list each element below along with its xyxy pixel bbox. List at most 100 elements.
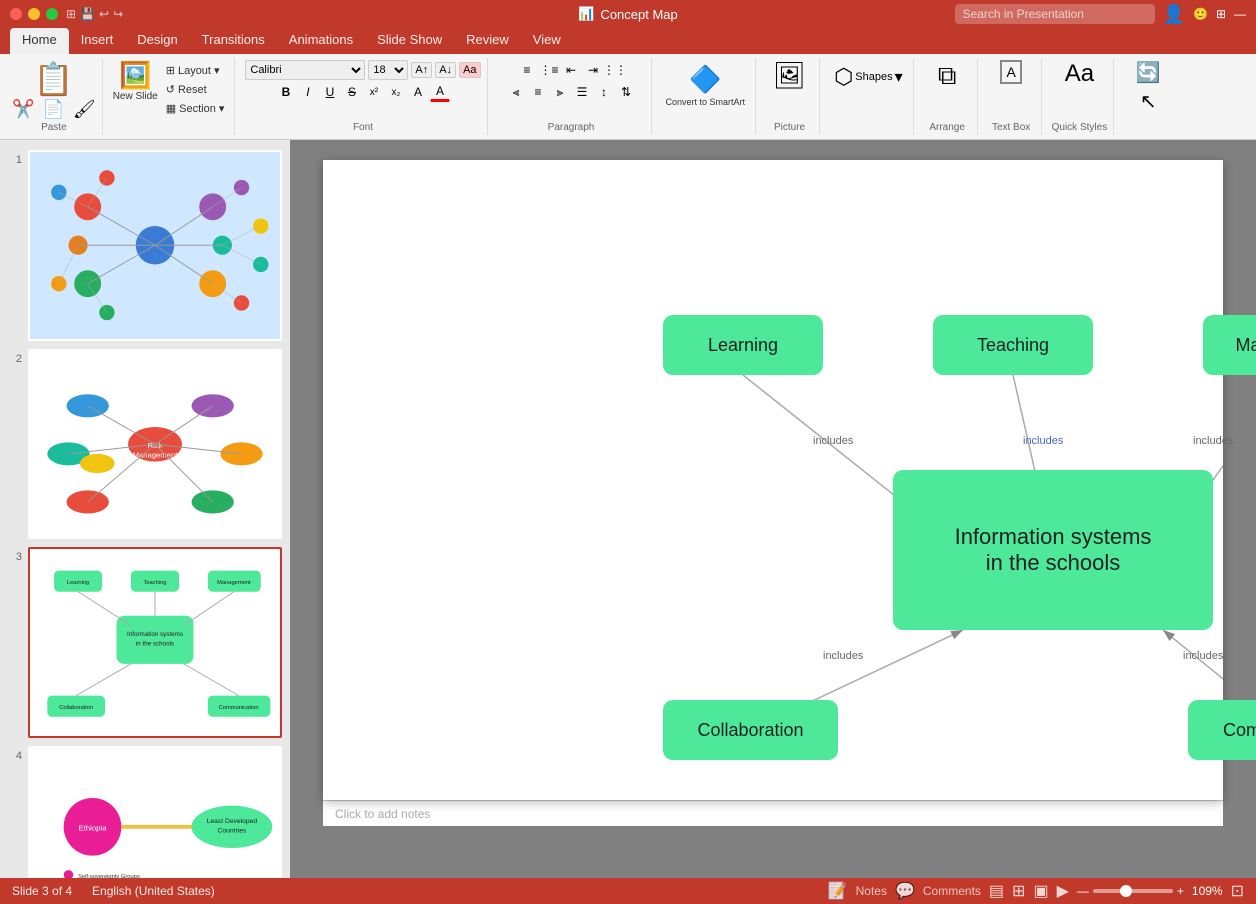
- smartart-group: 🔷 Convert to SmartArt: [656, 58, 757, 135]
- superscript-button[interactable]: x²: [364, 82, 384, 102]
- slide-canvas[interactable]: includes includes includes includes incl…: [323, 160, 1223, 800]
- decrease-indent-button[interactable]: ⇤: [561, 60, 581, 80]
- svg-text:Collaboration: Collaboration: [59, 705, 93, 711]
- slide-thumb-4[interactable]: 4 Ethiopia Least Developed Countries: [8, 746, 282, 879]
- convert-smartart-button[interactable]: 🔷 Convert to SmartArt: [662, 60, 750, 111]
- copy-button[interactable]: 📄: [42, 99, 64, 120]
- paste-area: 📋 ✂️ 📄 🖌: [12, 60, 96, 120]
- svg-text:Ethiopia: Ethiopia: [79, 823, 108, 832]
- zoom-in-icon[interactable]: +: [1177, 884, 1184, 898]
- strikethrough-button[interactable]: S: [342, 82, 362, 102]
- emoji-icon[interactable]: 🙂: [1193, 7, 1208, 21]
- tab-review[interactable]: Review: [454, 28, 521, 54]
- reset-button[interactable]: ↺ Reset: [162, 81, 229, 98]
- text-shadow-button[interactable]: A: [408, 82, 428, 102]
- shapes-button[interactable]: ⬡ Shapes ▾: [830, 60, 907, 94]
- subscript-button[interactable]: x₂: [386, 82, 406, 102]
- increase-indent-button[interactable]: ⇥: [583, 60, 603, 80]
- slide-thumb-2[interactable]: 2 Risk Management: [8, 349, 282, 540]
- notes-bar[interactable]: Click to add notes: [323, 800, 1223, 826]
- align-left-button[interactable]: ⫷: [506, 82, 526, 102]
- cut-button[interactable]: ✂️: [12, 99, 34, 120]
- increase-font-button[interactable]: A↑: [411, 62, 432, 78]
- node-management[interactable]: Management: [1203, 315, 1256, 375]
- maximize-button[interactable]: [46, 8, 58, 20]
- replace-button[interactable]: 🔄: [1136, 60, 1161, 85]
- window-title: 📊 Concept Map: [578, 6, 678, 22]
- size-select[interactable]: 18: [368, 60, 408, 80]
- underline-button[interactable]: U: [320, 82, 340, 102]
- picture-label: Picture: [774, 120, 805, 133]
- comments-icon[interactable]: 💬: [895, 881, 915, 901]
- font-select[interactable]: Calibri: [245, 60, 365, 80]
- arrange-button[interactable]: ⧉: [938, 60, 957, 92]
- justify-button[interactable]: ☰: [572, 82, 592, 102]
- close-button[interactable]: [10, 8, 22, 20]
- title-bar-right: 👤 🙂 ⊞ —: [955, 4, 1246, 25]
- collapse-icon[interactable]: —: [1234, 7, 1246, 21]
- tab-transitions[interactable]: Transitions: [190, 28, 277, 54]
- slide-sorter-icon[interactable]: ⊞: [1012, 881, 1025, 901]
- align-center-button[interactable]: ≡: [528, 82, 548, 102]
- ribbon-tabs: Home Insert Design Transitions Animation…: [0, 28, 1256, 54]
- tab-insert[interactable]: Insert: [69, 28, 126, 54]
- slideshow-icon[interactable]: ▶: [1057, 881, 1069, 901]
- save-icon[interactable]: 💾: [80, 7, 95, 21]
- minimize-button[interactable]: [28, 8, 40, 20]
- reading-view-icon[interactable]: ▣: [1033, 881, 1048, 901]
- layout-button[interactable]: ⊞ Layout ▾: [162, 62, 229, 79]
- new-slide-button[interactable]: 🖼️ New Slide: [113, 60, 158, 102]
- notes-icon[interactable]: 📝: [828, 881, 848, 901]
- svg-text:Countries: Countries: [218, 827, 247, 834]
- align-right-button[interactable]: ⫸: [550, 82, 570, 102]
- redo-icon[interactable]: ↪: [113, 7, 123, 21]
- italic-button[interactable]: I: [298, 82, 318, 102]
- search-input[interactable]: [955, 4, 1155, 24]
- format-painter-button[interactable]: 🖌: [73, 99, 96, 120]
- zoom-out-icon[interactable]: —: [1077, 884, 1089, 898]
- textbox-label: Text Box: [992, 120, 1030, 133]
- tab-animations[interactable]: Animations: [277, 28, 365, 54]
- zoom-slider[interactable]: [1093, 889, 1173, 893]
- columns-button[interactable]: ⋮⋮: [605, 60, 625, 80]
- fit-screen-icon[interactable]: ⊡: [1231, 881, 1244, 901]
- undo-icon[interactable]: ↩: [99, 7, 109, 21]
- window-icon: ⊞: [66, 7, 76, 21]
- reset-icon: ↺: [166, 83, 175, 96]
- text-direction-button[interactable]: ⇅: [616, 82, 636, 102]
- select-button[interactable]: ↖: [1140, 89, 1157, 114]
- bullet-list-button[interactable]: ≡: [517, 60, 537, 80]
- node-teaching[interactable]: Teaching: [933, 315, 1093, 375]
- numbered-list-button[interactable]: ⋮≡: [539, 60, 559, 80]
- paragraph-label: Paragraph: [548, 120, 595, 133]
- bold-button[interactable]: B: [276, 82, 296, 102]
- picture-button[interactable]: 🖼: [773, 60, 806, 91]
- tab-home[interactable]: Home: [10, 28, 69, 54]
- expand-icon[interactable]: ⊞: [1216, 7, 1226, 21]
- node-collaboration[interactable]: Collaboration: [663, 700, 838, 760]
- node-central[interactable]: Information systems in the schools: [893, 470, 1213, 630]
- normal-view-icon[interactable]: ▤: [989, 881, 1004, 901]
- comments-label[interactable]: Comments: [923, 884, 981, 898]
- paste-button[interactable]: 📋: [34, 60, 74, 98]
- tab-design[interactable]: Design: [125, 28, 189, 54]
- line-spacing-button[interactable]: ↕: [594, 82, 614, 102]
- slide-thumb-1[interactable]: 1: [8, 150, 282, 341]
- node-learning[interactable]: Learning: [663, 315, 823, 375]
- section-button[interactable]: ▦ Section ▾: [162, 100, 229, 117]
- notes-label[interactable]: Notes: [856, 884, 887, 898]
- slide-thumb-3[interactable]: 3 Information systems in the schools Lea…: [8, 547, 282, 738]
- user-icon[interactable]: 👤: [1163, 4, 1185, 25]
- text-color-button[interactable]: A: [430, 82, 450, 102]
- slide-image-1[interactable]: [28, 150, 282, 341]
- tab-view[interactable]: View: [521, 28, 573, 54]
- clear-format-button[interactable]: Aa: [459, 62, 480, 78]
- slide-image-2[interactable]: Risk Management: [28, 349, 282, 540]
- node-communication[interactable]: Communication: [1188, 700, 1256, 760]
- slide-image-3[interactable]: Information systems in the schools Learn…: [28, 547, 282, 738]
- quick-styles-button[interactable]: Aa: [1065, 60, 1094, 88]
- textbox-button[interactable]: A: [1000, 60, 1021, 84]
- decrease-font-button[interactable]: A↓: [435, 62, 456, 78]
- tab-slideshow[interactable]: Slide Show: [365, 28, 454, 54]
- slide-image-4[interactable]: Ethiopia Least Developed Countries Self-…: [28, 746, 282, 879]
